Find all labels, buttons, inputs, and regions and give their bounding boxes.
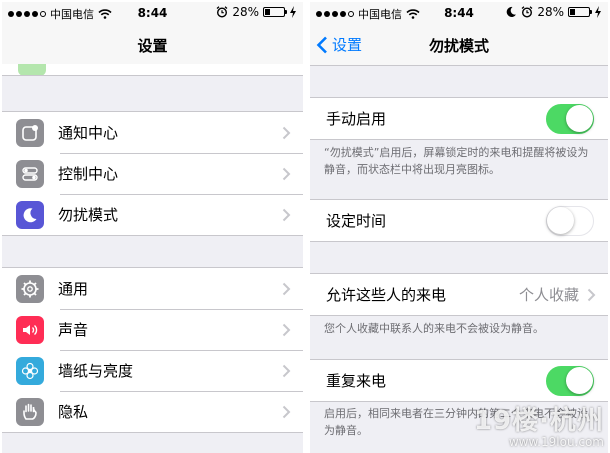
settings-group-2: 通用 声音 墙纸与亮度 隐私 — [2, 267, 303, 433]
allow-calls-row[interactable]: 允许这些人的来电 个人收藏 — [310, 274, 608, 315]
battery-icon — [568, 7, 592, 17]
icon-tile — [16, 274, 44, 303]
gear-icon — [21, 280, 39, 297]
battery-percent: 28% — [232, 5, 259, 19]
do-not-disturb-screen: 中国电信 8:44 28% 设置 勿扰模式 手动启用 “勿扰模式”启用后，屏幕锁… — [310, 2, 608, 453]
settings-group-1: 通知中心 控制中心 勿扰模式 — [2, 111, 303, 236]
manual-enable-row: 手动启用 — [310, 98, 608, 139]
watermark-logo-text: 19楼·杭州 — [473, 406, 604, 436]
chevron-right-icon — [282, 405, 291, 418]
chevron-right-icon — [282, 364, 291, 377]
page-title: 设置 — [137, 37, 168, 55]
manual-enable-toggle[interactable] — [546, 103, 594, 134]
icon-tile — [16, 397, 44, 426]
settings-item-label: 勿扰模式 — [58, 206, 119, 224]
chevron-right-icon — [282, 282, 291, 295]
manual-group: 手动启用 — [310, 97, 608, 140]
speaker-icon — [23, 324, 38, 335]
allow-calls-label: 允许这些人的来电 — [326, 286, 447, 304]
icon-tile — [16, 356, 44, 385]
status-bar: 中国电信 8:44 28% — [310, 2, 608, 24]
partial-row-peek — [2, 64, 303, 76]
chevron-right-icon — [282, 126, 291, 139]
alarm-icon — [521, 6, 533, 18]
chevron-right-icon — [282, 208, 291, 221]
chevron-right-icon — [282, 167, 291, 180]
notification-center-icon — [22, 124, 38, 141]
allow-calls-value: 个人收藏 — [518, 286, 579, 304]
hand-icon — [23, 403, 37, 420]
watermark-url: www.19lou.com — [508, 435, 604, 449]
scheduled-group: 设定时间 — [310, 199, 608, 242]
status-bar: 中国电信 8:44 28% — [2, 2, 303, 24]
settings-item-notification-center[interactable]: 通知中心 — [2, 112, 303, 153]
manual-footnote: “勿扰模式”启用后，屏幕锁定时的来电和提醒将被设为静音，而状态栏中将出现月亮图标… — [324, 146, 589, 176]
settings-item-general[interactable]: 通用 — [2, 268, 303, 309]
settings-item-wallpaper-brightness[interactable]: 墙纸与亮度 — [2, 350, 303, 391]
settings-item-label: 墙纸与亮度 — [58, 362, 134, 380]
settings-item-control-center[interactable]: 控制中心 — [2, 153, 303, 194]
charging-bolt-icon — [595, 6, 601, 18]
settings-item-label: 声音 — [58, 321, 89, 339]
charging-bolt-icon — [290, 6, 296, 18]
settings-item-do-not-disturb[interactable]: 勿扰模式 — [2, 194, 303, 235]
moon-icon — [23, 207, 37, 222]
repeated-calls-row: 重复来电 — [310, 360, 608, 401]
flower-icon — [21, 362, 39, 379]
repeated-calls-label: 重复来电 — [326, 372, 387, 390]
settings-screen: 中国电信 8:44 28% 设置 通知中心 控制中心 勿扰模式 通用 声音 墙纸… — [2, 2, 303, 453]
scheduled-label: 设定时间 — [326, 212, 387, 230]
alarm-icon — [216, 6, 228, 18]
page-title: 勿扰模式 — [428, 37, 489, 55]
chevron-right-icon — [282, 323, 291, 336]
settings-item-label: 控制中心 — [58, 165, 119, 183]
repeated-calls-toggle[interactable] — [546, 365, 594, 396]
control-center-icon — [22, 166, 38, 181]
icon-tile — [16, 118, 44, 147]
scheduled-toggle[interactable] — [546, 205, 594, 236]
settings-item-sounds[interactable]: 声音 — [2, 309, 303, 350]
partial-app-icon — [18, 64, 46, 75]
settings-item-privacy[interactable]: 隐私 — [2, 391, 303, 432]
icon-tile — [16, 159, 44, 188]
stage: 中国电信 8:44 28% 设置 通知中心 控制中心 勿扰模式 通用 声音 墙纸… — [0, 0, 610, 453]
allow-calls-group: 允许这些人的来电 个人收藏 — [310, 273, 608, 316]
repeated-calls-group: 重复来电 — [310, 359, 608, 402]
watermark: 19楼·杭州 www.19lou.com — [474, 407, 604, 449]
icon-tile — [16, 315, 44, 344]
manual-enable-label: 手动启用 — [326, 110, 387, 128]
nav-bar: 设置 — [2, 24, 303, 66]
moon-icon — [507, 6, 517, 17]
nav-bar: 设置 勿扰模式 — [310, 24, 608, 66]
battery-icon — [263, 7, 287, 17]
settings-item-label: 通知中心 — [58, 124, 119, 142]
allow-calls-footnote: 您个人收藏中联系人的来电不会被设为静音。 — [324, 322, 544, 335]
settings-item-label: 隐私 — [58, 403, 89, 421]
battery-percent: 28% — [537, 5, 564, 19]
scheduled-row: 设定时间 — [310, 200, 608, 241]
settings-item-label: 通用 — [58, 280, 89, 298]
chevron-right-icon — [587, 288, 596, 301]
icon-tile — [16, 200, 44, 229]
